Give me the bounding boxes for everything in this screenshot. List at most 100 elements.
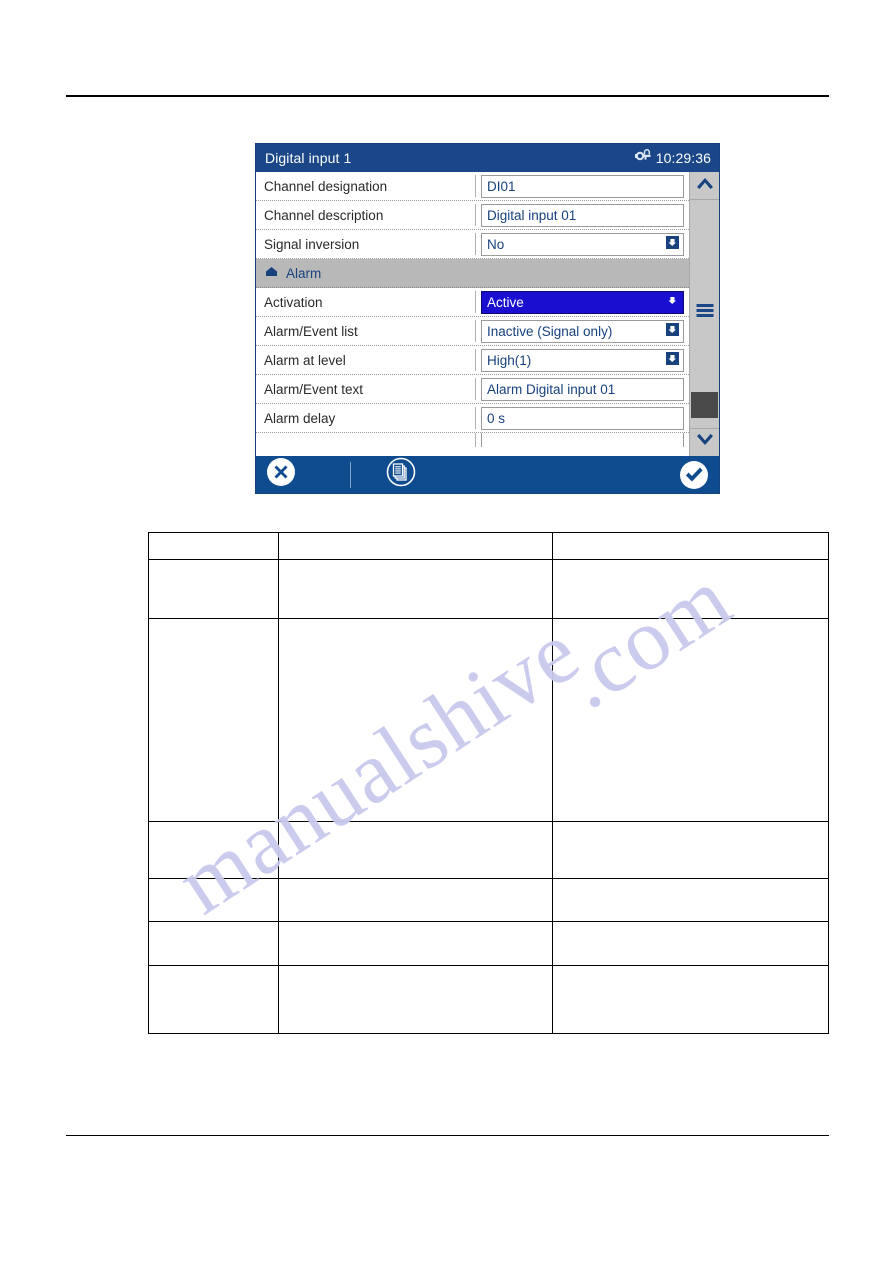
alarm-at-level-field[interactable]: High(1) [481,348,684,372]
table-cell [147,878,280,922]
section-label: Alarm [286,265,322,281]
table-cell [278,618,553,822]
title-bar: Digital input 1 10:29:36 [256,144,719,172]
partial-field[interactable] [481,433,684,447]
activation-field[interactable]: Active [481,290,684,314]
table-row [147,618,830,822]
setting-row-alarm-event-text[interactable]: Alarm/Event text Alarm Digital input 01 [256,375,689,404]
field-value: Active [487,294,524,310]
field-value: 0 s [487,410,506,426]
chevron-down-icon[interactable] [666,323,679,339]
toolbar-divider [350,461,351,488]
table-row [147,965,830,1034]
field-value: High(1) [487,352,532,368]
setting-row-activation[interactable]: Activation Active [256,288,689,317]
table-cell [147,532,280,560]
setting-label: Signal inversion [264,236,360,252]
table-cell [278,559,553,619]
page-header-rule [66,95,829,97]
signal-inversion-field[interactable]: No [481,232,684,256]
table-row [147,921,830,966]
setting-label: Alarm/Event list [264,323,358,339]
setting-label: Channel description [264,207,384,223]
scroll-up-button[interactable] [690,172,719,199]
table-row [147,532,830,560]
table-cell [551,821,830,879]
confirm-button[interactable] [679,460,709,493]
table-cell [278,965,553,1034]
row-separator [475,407,476,429]
table-cell [147,559,280,619]
table-cell [551,618,830,822]
section-header-alarm[interactable]: Alarm [256,259,689,288]
setting-row-alarm-at-level[interactable]: Alarm at level High(1) [256,346,689,375]
settings-body: Channel designation DI01 Channel descrip… [256,172,719,456]
description-table [147,532,830,1034]
table-body [147,532,830,1034]
alarm-delay-field[interactable]: 0 s [481,406,684,430]
row-separator [475,378,476,400]
settings-rows: Channel designation DI01 Channel descrip… [256,172,689,456]
cancel-button[interactable] [266,457,296,492]
field-value: DI01 [487,178,516,194]
table-row [147,878,830,922]
title-bar-status: 10:29:36 [634,148,711,168]
chevron-down-icon[interactable] [666,294,679,310]
setting-row-alarm-delay[interactable]: Alarm delay 0 s [256,404,689,433]
table-cell [551,921,830,966]
table-cell [551,532,830,560]
row-separator [475,433,476,447]
scroll-grip-icon[interactable] [696,304,713,317]
document-list-icon [386,457,416,492]
row-separator [475,349,476,371]
table-cell [147,618,280,822]
key-lock-icon [634,148,651,168]
field-value: Inactive (Signal only) [487,323,613,339]
chevron-down-icon [695,432,715,453]
setting-label: Alarm delay [264,410,336,426]
table-cell [278,532,553,560]
setting-label: Channel designation [264,178,388,194]
setting-row-partial[interactable] [256,433,689,447]
table-cell [147,821,280,879]
chevron-down-icon[interactable] [666,236,679,252]
page-footer-rule [66,1135,829,1136]
device-screenshot: Digital input 1 10:29:36 Channel designa… [255,143,720,494]
setting-row-signal-inversion[interactable]: Signal inversion No [256,230,689,259]
table-cell [551,878,830,922]
table-cell [551,965,830,1034]
table-cell [147,921,280,966]
table-row [147,559,830,619]
table-cell [147,965,280,1034]
setting-row-alarm-event-list[interactable]: Alarm/Event list Inactive (Signal only) [256,317,689,346]
setting-label: Alarm at level [264,352,346,368]
scroll-track[interactable] [690,199,719,429]
field-value: Digital input 01 [487,207,577,223]
setting-label: Activation [264,294,323,310]
alarm-event-text-field[interactable]: Alarm Digital input 01 [481,377,684,401]
cancel-x-icon [266,457,296,492]
alarm-event-list-field[interactable]: Inactive (Signal only) [481,319,684,343]
clock-display: 10:29:36 [655,150,711,166]
row-separator [475,320,476,342]
setting-row-channel-description[interactable]: Channel description Digital input 01 [256,201,689,230]
channel-description-field[interactable]: Digital input 01 [481,203,684,227]
confirm-check-icon [679,460,709,493]
bottom-toolbar [256,456,719,493]
scroll-down-button[interactable] [690,429,719,456]
collapse-section-icon[interactable] [265,264,278,282]
row-separator [475,175,476,197]
row-separator [475,233,476,255]
page-title: Digital input 1 [265,150,352,166]
setting-row-channel-designation[interactable]: Channel designation DI01 [256,172,689,201]
scroll-thumb[interactable] [691,392,718,418]
field-value: Alarm Digital input 01 [487,381,616,397]
table-cell [551,559,830,619]
parameter-list-button[interactable] [386,457,416,492]
row-separator [475,291,476,313]
setting-label: Alarm/Event text [264,381,364,397]
vertical-scrollbar[interactable] [689,172,719,456]
channel-designation-field[interactable]: DI01 [481,174,684,198]
field-value: No [487,236,505,252]
chevron-down-icon[interactable] [666,352,679,368]
